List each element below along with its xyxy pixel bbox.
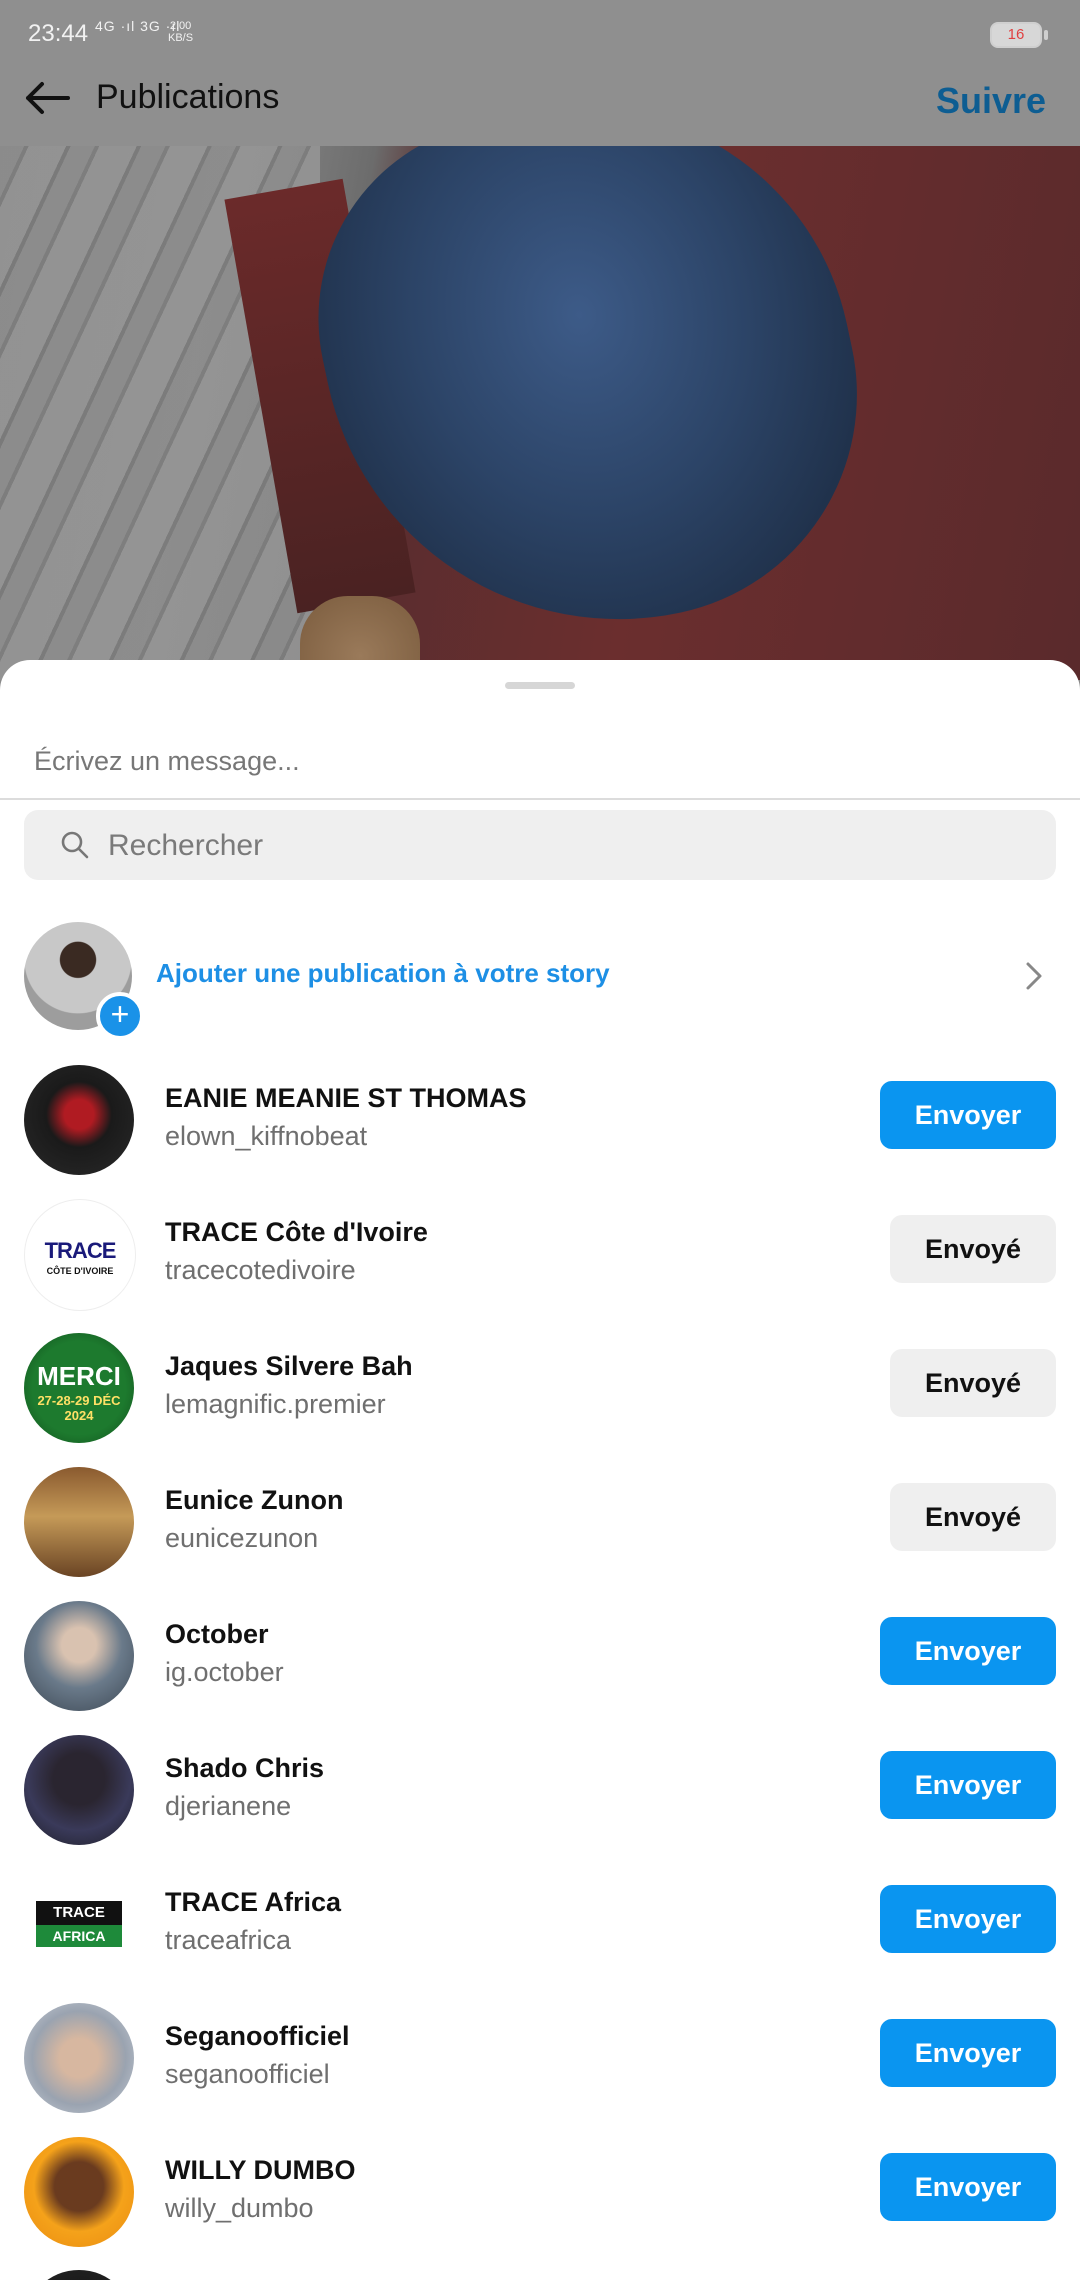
avatar-logo-text: TRACE	[53, 1904, 105, 1921]
status-bar: 23:44 4G ·ıl 3G ·ıl 2.00 KB/S 16	[0, 0, 1080, 72]
network-speed: 2.00 KB/S	[168, 20, 193, 44]
contact-username: djerianene	[165, 1791, 292, 1821]
contact-name: EANIE MEANIE ST THOMAS	[165, 1083, 527, 1113]
avatar[interactable]	[24, 2137, 134, 2247]
battery-level: 16	[1007, 26, 1025, 43]
avatar-logo-subtext: 27-28-29 DÉC 2024	[37, 1393, 121, 1423]
avatar-logo-text: MERCI	[37, 1361, 121, 1391]
sent-button[interactable]: Envoyé	[890, 1483, 1056, 1551]
contact-username: willy_dumbo	[165, 2193, 314, 2223]
sent-button[interactable]: Envoyé	[890, 1215, 1056, 1283]
send-button[interactable]: Envoyer	[880, 2019, 1056, 2087]
contact-username: lemagnific.premier	[165, 1389, 386, 1419]
contact-row: TRACE AFRICA TRACE Africa traceafrica En…	[0, 1869, 1080, 1989]
contact-row: Seganoofficiel seganoofficiel Envoyer	[0, 2003, 1080, 2123]
avatar[interactable]: MERCI 27-28-29 DÉC 2024	[24, 1333, 134, 1443]
avatar-logo-text: TRACE	[44, 1238, 117, 1263]
add-to-story-label: Ajouter une publication à votre story	[156, 958, 610, 988]
status-time: 23:44	[28, 20, 89, 47]
contact-name: October	[165, 1619, 269, 1649]
search-input[interactable]	[106, 820, 1010, 872]
avatar-logo-subtext: CÔTE D'IVOIRE	[46, 1266, 114, 1276]
contact-username: eunicezunon	[165, 1523, 319, 1553]
plus-icon: +	[96, 992, 144, 1040]
contact-username: ig.october	[165, 1657, 284, 1687]
search-icon	[61, 831, 89, 859]
contact-name: Seganoofficiel	[165, 2021, 350, 2051]
avatar-logo-subtext: AFRICA	[36, 1925, 122, 1947]
message-input[interactable]	[32, 730, 1036, 792]
send-button[interactable]: Envoyer	[880, 1751, 1056, 1819]
post-image	[0, 146, 1080, 680]
contact-row: Eunice Zunon eunicezunon Envoyé	[0, 1467, 1080, 1587]
contact-row: MERCI 27-28-29 DÉC 2024 Jaques Silvere B…	[0, 1333, 1080, 1453]
send-button[interactable]: Envoyer	[880, 1885, 1056, 1953]
contact-username: elown_kiffnobeat	[165, 1121, 368, 1151]
contact-name: TRACE Côte d'Ivoire	[165, 1217, 428, 1247]
contact-name: Shado Chris	[165, 1753, 325, 1783]
avatar[interactable]	[24, 1735, 134, 1845]
avatar[interactable]	[24, 2003, 134, 2113]
back-arrow-icon[interactable]	[22, 78, 72, 118]
avatar[interactable]: TRACE AFRICA	[24, 1869, 134, 1979]
add-to-story-row[interactable]: + Ajouter une publication à votre story	[0, 922, 1080, 1040]
drag-handle[interactable]	[505, 682, 575, 689]
contact-name: Eunice Zunon	[165, 1485, 344, 1515]
contact-name: Jaques Silvere Bah	[165, 1351, 413, 1381]
contact-name: TRACE Africa	[165, 1887, 342, 1917]
network-speed-value: 2.00	[169, 20, 192, 32]
avatar[interactable]: TRACE CÔTE D'IVOIRE	[24, 1199, 136, 1311]
battery-icon: 16	[990, 22, 1042, 48]
send-button[interactable]: Envoyer	[880, 1081, 1056, 1149]
send-button[interactable]: Envoyer	[880, 2153, 1056, 2221]
contact-name: WILLY DUMBO	[165, 2155, 356, 2185]
search-bar[interactable]	[24, 810, 1056, 880]
avatar[interactable]	[24, 1065, 134, 1175]
contact-username: traceafrica	[165, 1925, 292, 1955]
avatar[interactable]	[24, 1467, 134, 1577]
contact-row: October ig.october Envoyer	[0, 1601, 1080, 1721]
chevron-right-icon	[1026, 962, 1042, 990]
divider	[0, 798, 1080, 800]
send-button[interactable]: Envoyer	[880, 1617, 1056, 1685]
follow-button[interactable]: Suivre	[936, 80, 1046, 122]
network-speed-unit: KB/S	[168, 32, 194, 44]
page-title: Publications	[96, 78, 280, 116]
share-sheet: + Ajouter une publication à votre story …	[0, 660, 1080, 2280]
contact-row: EANIE MEANIE ST THOMAS elown_kiffnobeat …	[0, 1065, 1080, 1185]
battery-tip	[1044, 30, 1048, 40]
avatar[interactable]	[24, 2270, 134, 2280]
avatar-logo: TRACE AFRICA	[36, 1901, 122, 1947]
sent-button[interactable]: Envoyé	[890, 1349, 1056, 1417]
contact-username: tracecotedivoire	[165, 1255, 356, 1285]
contact-row: WILLY DUMBO willy_dumbo Envoyer	[0, 2137, 1080, 2257]
contact-row: TRACE CÔTE D'IVOIRE TRACE Côte d'Ivoire …	[0, 1199, 1080, 1319]
avatar[interactable]	[24, 1601, 134, 1711]
contact-row: Shado Chris djerianene Envoyer	[0, 1735, 1080, 1855]
contact-username: seganoofficiel	[165, 2059, 330, 2089]
